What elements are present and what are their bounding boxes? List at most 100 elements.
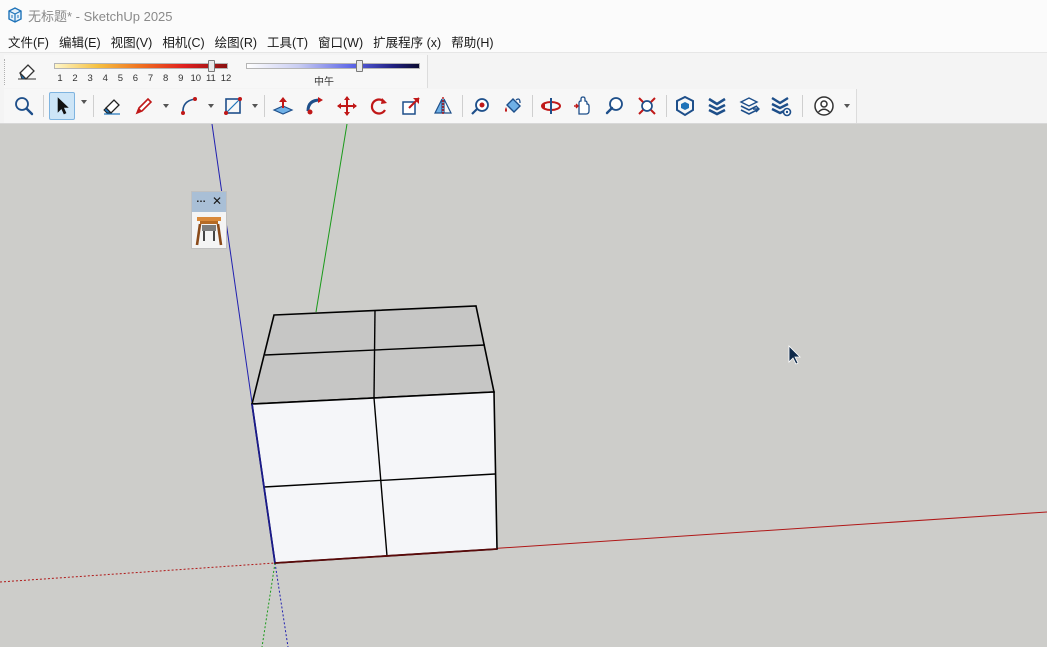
shadow-toolbar: 1 2 3 4 5 6 7 8 9 10 11 12 中午 [0,52,1047,88]
hour-slider-track[interactable] [54,63,228,69]
rectangle-button[interactable] [220,92,246,120]
layout-icon [739,97,760,115]
zoom-button[interactable] [602,92,628,120]
menu-tools[interactable]: 工具(T) [262,30,313,53]
green-axis [315,124,348,313]
rotate-button[interactable] [366,92,392,120]
menu-help[interactable]: 帮助(H) [446,30,498,53]
3d-warehouse-icon [676,95,694,117]
menu-window[interactable]: 窗口(W) [313,30,368,53]
arc-icon [181,97,197,115]
eraser-button[interactable] [99,92,125,120]
mouse-cursor-icon [788,345,801,365]
hour-tick-label: 11 [205,73,216,84]
hour-tick-label: 10 [190,73,202,84]
scale-icon [402,97,420,115]
account-dropdown-arrow-icon[interactable] [843,102,851,110]
floating-component-panel[interactable]: … ✕ [191,191,227,249]
hour-tick-label: 5 [117,73,124,84]
hour-tick-label: 2 [72,73,78,84]
arc-button[interactable] [176,92,202,120]
paint-bucket-button[interactable] [500,92,526,120]
cube-top-face[interactable] [250,305,495,405]
sketchup-window: 无标题* - SketchUp 2025 文件(F) 编辑(E) 视图(V) 相… [0,0,1047,647]
arc-dropdown-arrow-icon[interactable] [207,102,215,110]
follow-me-icon [306,97,323,115]
green-axis-negative [261,562,276,647]
hour-tick-label: 7 [147,73,154,84]
pencil-icon [135,97,153,115]
paint-bucket-icon [505,98,521,113]
pan-button[interactable] [570,92,596,120]
time-of-day-slider-thumb[interactable] [356,60,364,72]
select-dropdown-arrow-icon[interactable] [80,98,88,106]
zoom-extents-button[interactable] [11,92,37,120]
hour-tick-label: 8 [162,73,169,84]
mirror-button[interactable] [430,92,456,120]
3d-viewport[interactable] [0,124,1047,647]
menu-file[interactable]: 文件(F) [3,30,54,53]
menu-bar: 文件(F) 编辑(E) 视图(V) 相机(C) 绘图(R) 工具(T) 窗口(W… [0,30,1047,52]
toolbar-separator [532,95,533,117]
scale-button[interactable] [398,92,424,120]
menu-extensions[interactable]: 扩展程序 (x) [368,30,446,53]
sketchup-logo-icon [8,7,22,23]
select-button[interactable] [49,92,75,120]
tape-measure-button[interactable] [468,92,494,120]
hour-tick-label: 1 [57,73,63,84]
pencil-button[interactable] [131,92,157,120]
account-icon [814,96,834,116]
move-button[interactable] [334,92,360,120]
extension-manager-button[interactable] [768,92,794,120]
zoom-window-icon [638,97,656,115]
select-icon [57,97,69,115]
menu-view[interactable]: 视图(V) [106,30,158,53]
zoom-icon [605,97,623,115]
time-of-day-slider-track[interactable] [246,63,420,69]
push-pull-button[interactable] [270,92,296,120]
hour-tick-label: 6 [132,73,139,84]
toolbar-separator [43,95,44,117]
toolbar-separator [93,95,94,117]
tape-measure-icon [471,98,489,115]
title-bar: 无标题* - SketchUp 2025 [0,0,1047,30]
window-title: 无标题* - SketchUp 2025 [28,8,173,24]
rectangle-icon [224,97,242,115]
layout-button[interactable] [736,92,762,120]
extension-warehouse-button[interactable] [704,92,730,120]
toolbar-grip[interactable] [4,59,7,85]
cube-front-face[interactable] [251,391,498,564]
table-component-icon[interactable] [195,215,223,247]
panel-menu-icon[interactable]: … [196,194,206,205]
toolbar-separator [666,95,667,117]
floating-panel-header[interactable]: … ✕ [192,192,226,212]
shadow-eraser-icon[interactable] [16,61,38,81]
zoom-window-button[interactable] [634,92,660,120]
rotate-icon [370,98,387,115]
rectangle-dropdown-arrow-icon[interactable] [251,102,259,110]
move-icon [337,96,357,116]
follow-me-button[interactable] [302,92,328,120]
mirror-icon [434,97,452,115]
model-scene[interactable] [0,124,1047,647]
hour-tick-label: 4 [102,73,108,84]
toolbar-separator [802,95,803,117]
menu-camera[interactable]: 相机(C) [157,30,209,53]
extension-warehouse-icon [708,97,726,116]
account-button[interactable] [811,92,837,120]
eraser-icon [103,99,120,115]
time-label: 中午 [314,77,334,88]
hour-slider-thumb[interactable] [207,60,215,72]
shadow-panel: 1 2 3 4 5 6 7 8 9 10 11 12 中午 [4,55,428,88]
toolbar-separator [264,95,265,117]
menu-edit[interactable]: 编辑(E) [54,30,106,53]
pencil-dropdown-arrow-icon[interactable] [162,102,170,110]
hour-tick-label: 12 [220,73,232,84]
menu-draw[interactable]: 绘图(R) [210,30,262,53]
push-pull-icon [272,97,294,115]
close-icon[interactable]: ✕ [212,194,222,208]
toolbar-separator [462,95,463,117]
3d-warehouse-button[interactable] [672,92,698,120]
orbit-button[interactable] [538,92,564,120]
hour-tick-labels: 1 2 3 4 5 6 7 8 9 10 11 12 [54,73,232,85]
